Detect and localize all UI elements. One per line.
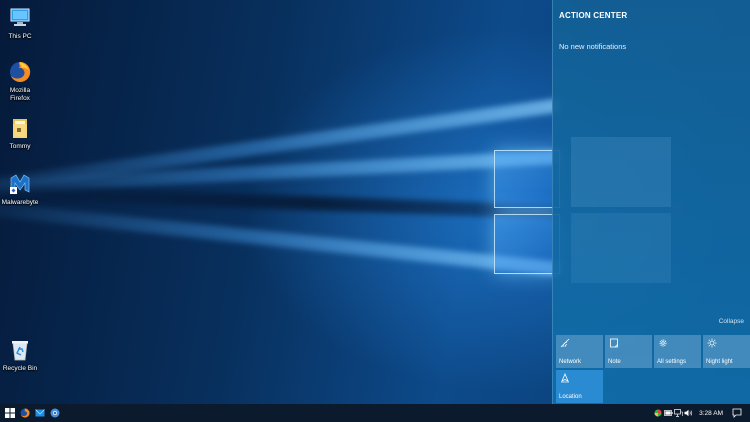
taskbar-firefox-button[interactable] [18,406,32,420]
no-notifications-message: No new notifications [559,42,627,51]
quick-action-location[interactable]: Location [556,370,603,403]
folder-icon [8,116,32,140]
volume-icon [684,409,692,417]
app-tray-icon [654,409,662,417]
action-center-panel: ACTION CENTER No new notifications Colla… [552,0,750,404]
battery-icon [663,410,673,416]
taskbar-chrome-button[interactable] [48,406,62,420]
desktop-icon-firefox[interactable]: Mozilla Firefox [0,60,40,103]
network-icon [560,338,570,348]
quick-action-all-settings[interactable]: All settings [654,335,701,368]
note-icon [610,338,618,348]
tray-app-button[interactable] [653,408,663,418]
windows-start-icon [5,408,15,418]
firefox-icon [8,60,32,84]
settings-gear-icon [659,339,667,347]
taskbar: 3:28 AM [0,404,750,422]
chrome-icon [50,408,60,418]
quick-action-night-light[interactable]: Night light [703,335,750,368]
start-button[interactable] [3,406,17,420]
action-center-icon [732,408,742,418]
quick-action-network[interactable]: Network [556,335,603,368]
firefox-icon [20,408,30,418]
desktop-icon-recycle-bin[interactable]: Recycle Bin [0,338,40,373]
computer-icon [8,6,32,30]
night-light-icon [707,338,717,348]
desktop-icon-malwarebytes[interactable]: Malwarebyte [0,172,40,207]
taskbar-clock[interactable]: 3:28 AM [699,410,723,417]
quick-action-note[interactable]: Note [605,335,652,368]
tray-volume-button[interactable] [683,408,693,418]
tray-network-button[interactable] [673,408,683,418]
collapse-link[interactable]: Collapse [719,318,744,325]
desktop-icon-tommy[interactable]: Tommy [0,116,40,151]
taskbar-mail-button[interactable] [33,406,47,420]
location-icon [561,373,569,383]
action-center-title: ACTION CENTER [559,11,628,20]
desktop-icon-this-pc[interactable]: This PC [0,6,40,41]
network-tray-icon [673,409,683,417]
recycle-bin-icon [8,338,32,362]
malwarebytes-icon [8,172,32,196]
windows-logo-reflection [571,137,671,283]
tray-battery-button[interactable] [663,408,673,418]
action-center-button[interactable] [730,406,744,420]
mail-icon [35,409,45,417]
